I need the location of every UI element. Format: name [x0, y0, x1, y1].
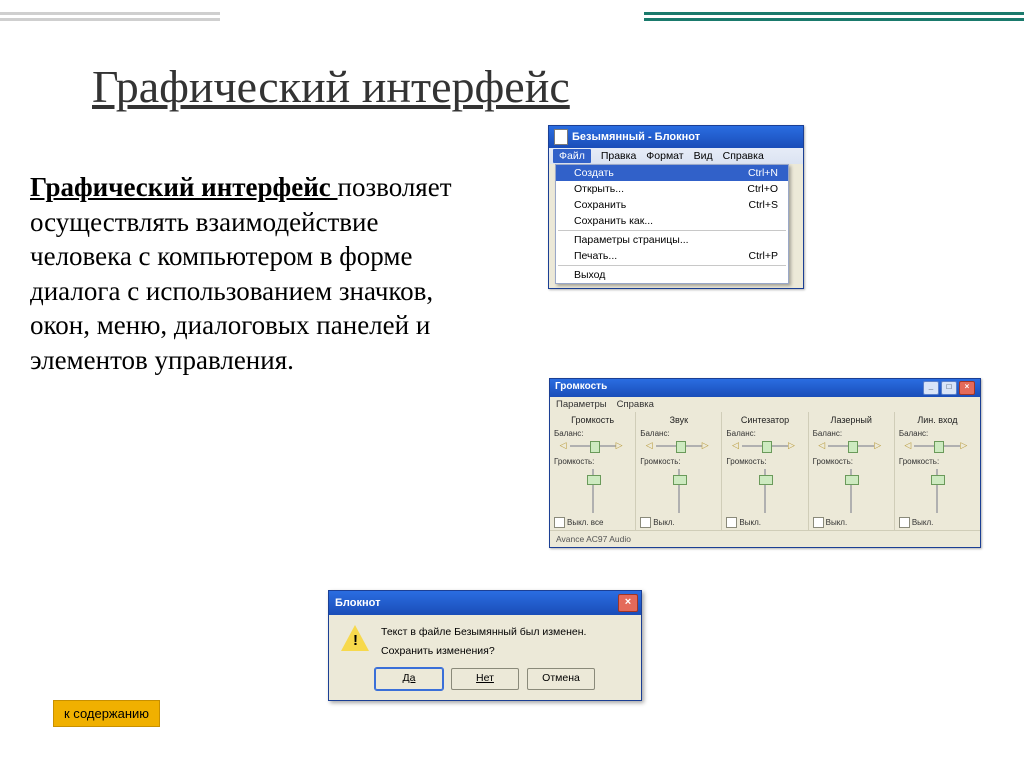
- volume-slider[interactable]: [583, 467, 603, 515]
- volume-slider[interactable]: [927, 467, 947, 515]
- menu-separator: [558, 230, 786, 231]
- channel-name: Синтезатор: [726, 415, 803, 425]
- document-icon: [554, 129, 568, 145]
- channel-name: Звук: [640, 415, 717, 425]
- menu-format[interactable]: Формат: [646, 150, 683, 162]
- mixer-menubar: Параметры Справка: [550, 397, 980, 412]
- balance-label: Баланс:: [554, 429, 631, 438]
- mixer-title-text: Громкость: [555, 381, 607, 395]
- mute-checkbox[interactable]: Выкл.: [899, 517, 976, 528]
- mixer-menu-help[interactable]: Справка: [617, 399, 654, 410]
- toc-link[interactable]: к содержанию: [53, 700, 160, 727]
- save-dialog: Блокнот × ! Текст в файле Безымянный был…: [328, 590, 642, 701]
- slide-title: Графический интерфейс: [92, 60, 570, 113]
- dialog-titlebar[interactable]: Блокнот ×: [329, 591, 641, 615]
- volume-slider[interactable]: [755, 467, 775, 515]
- mixer-channel: Синтезатор Баланс:◁▷ Громкость: Выкл.: [721, 412, 807, 530]
- mixer-channel: Лин. вход Баланс:◁▷ Громкость: Выкл.: [894, 412, 980, 530]
- menu-item-new[interactable]: СоздатьCtrl+N: [556, 165, 788, 181]
- volume-label: Громкость:: [813, 457, 890, 466]
- cancel-button[interactable]: Отмена: [527, 668, 595, 690]
- menu-separator: [558, 265, 786, 266]
- menu-edit[interactable]: Правка: [601, 150, 636, 162]
- channel-name: Лазерный: [813, 415, 890, 425]
- volume-slider[interactable]: [669, 467, 689, 515]
- menu-item-exit[interactable]: Выход: [556, 267, 788, 283]
- file-menu-dropdown: СоздатьCtrl+N Открыть...Ctrl+O Сохранить…: [555, 164, 789, 284]
- slide-body-text: Графический интерфейс позволяет осуществ…: [30, 170, 460, 377]
- menu-item-open[interactable]: Открыть...Ctrl+O: [556, 181, 788, 197]
- balance-label: Баланс:: [726, 429, 803, 438]
- volume-label: Громкость:: [726, 457, 803, 466]
- notepad-window: Безымянный - Блокнот Файл Правка Формат Вид…: [548, 125, 804, 289]
- mixer-channel: Звук Баланс:◁▷ Громкость: Выкл.: [635, 412, 721, 530]
- balance-slider[interactable]: ◁▷: [562, 439, 624, 453]
- notepad-titlebar[interactable]: Безымянный - Блокнот: [549, 126, 803, 148]
- balance-slider[interactable]: ◁▷: [648, 439, 710, 453]
- volume-label: Громкость:: [899, 457, 976, 466]
- menu-item-pagesetup[interactable]: Параметры страницы...: [556, 232, 788, 248]
- mute-checkbox[interactable]: Выкл.: [640, 517, 717, 528]
- notepad-title-text: Безымянный - Блокнот: [572, 131, 700, 143]
- slide-decorative-bar: [0, 8, 1024, 38]
- channel-name: Лин. вход: [899, 415, 976, 425]
- menu-item-saveas[interactable]: Сохранить как...: [556, 213, 788, 229]
- balance-label: Баланс:: [899, 429, 976, 438]
- body-emphasis: Графический интерфейс: [30, 172, 338, 202]
- menu-item-print[interactable]: Печать...Ctrl+P: [556, 248, 788, 264]
- volume-label: Громкость:: [554, 457, 631, 466]
- notepad-menubar: Файл Правка Формат Вид Справка: [549, 148, 803, 164]
- close-button[interactable]: ×: [959, 381, 975, 395]
- menu-item-save[interactable]: СохранитьCtrl+S: [556, 197, 788, 213]
- no-button[interactable]: Нет: [451, 668, 519, 690]
- mixer-channels: ГромкостьБаланс:◁▷Громкость:Выкл. всеЗву…: [550, 412, 980, 530]
- maximize-button[interactable]: □: [941, 381, 957, 395]
- mixer-menu-options[interactable]: Параметры: [556, 399, 607, 410]
- warning-icon: !: [341, 625, 369, 653]
- menu-file[interactable]: Файл: [553, 149, 591, 163]
- volume-slider[interactable]: [841, 467, 861, 515]
- mixer-channel: Лазерный Баланс:◁▷ Громкость: Выкл.: [808, 412, 894, 530]
- balance-slider[interactable]: ◁▷: [820, 439, 882, 453]
- yes-button[interactable]: Да: [375, 668, 443, 690]
- mixer-channel: Громкость Баланс:◁▷ Громкость: Выкл. все: [550, 412, 635, 530]
- body-rest: позволяет осуществлять взаимодействие че…: [30, 172, 452, 375]
- mute-checkbox[interactable]: Выкл.: [813, 517, 890, 528]
- dialog-title-text: Блокнот: [335, 597, 380, 609]
- dialog-message: Текст в файле Безымянный был изменен. Со…: [381, 625, 586, 658]
- close-icon[interactable]: ×: [618, 594, 638, 612]
- menu-help[interactable]: Справка: [723, 150, 764, 162]
- mute-checkbox[interactable]: Выкл. все: [554, 517, 631, 528]
- balance-label: Баланс:: [640, 429, 717, 438]
- menu-view[interactable]: Вид: [694, 150, 713, 162]
- balance-slider[interactable]: ◁▷: [734, 439, 796, 453]
- balance-slider[interactable]: ◁▷: [906, 439, 968, 453]
- balance-label: Баланс:: [813, 429, 890, 438]
- mixer-titlebar[interactable]: Громкость _ □ ×: [550, 379, 980, 397]
- volume-mixer-window: Громкость _ □ × Параметры Справка Громкос…: [549, 378, 981, 548]
- minimize-button[interactable]: _: [923, 381, 939, 395]
- volume-label: Громкость:: [640, 457, 717, 466]
- channel-name: Громкость: [554, 415, 631, 425]
- mute-checkbox[interactable]: Выкл.: [726, 517, 803, 528]
- mixer-footer: Avance AC97 Audio: [550, 530, 980, 547]
